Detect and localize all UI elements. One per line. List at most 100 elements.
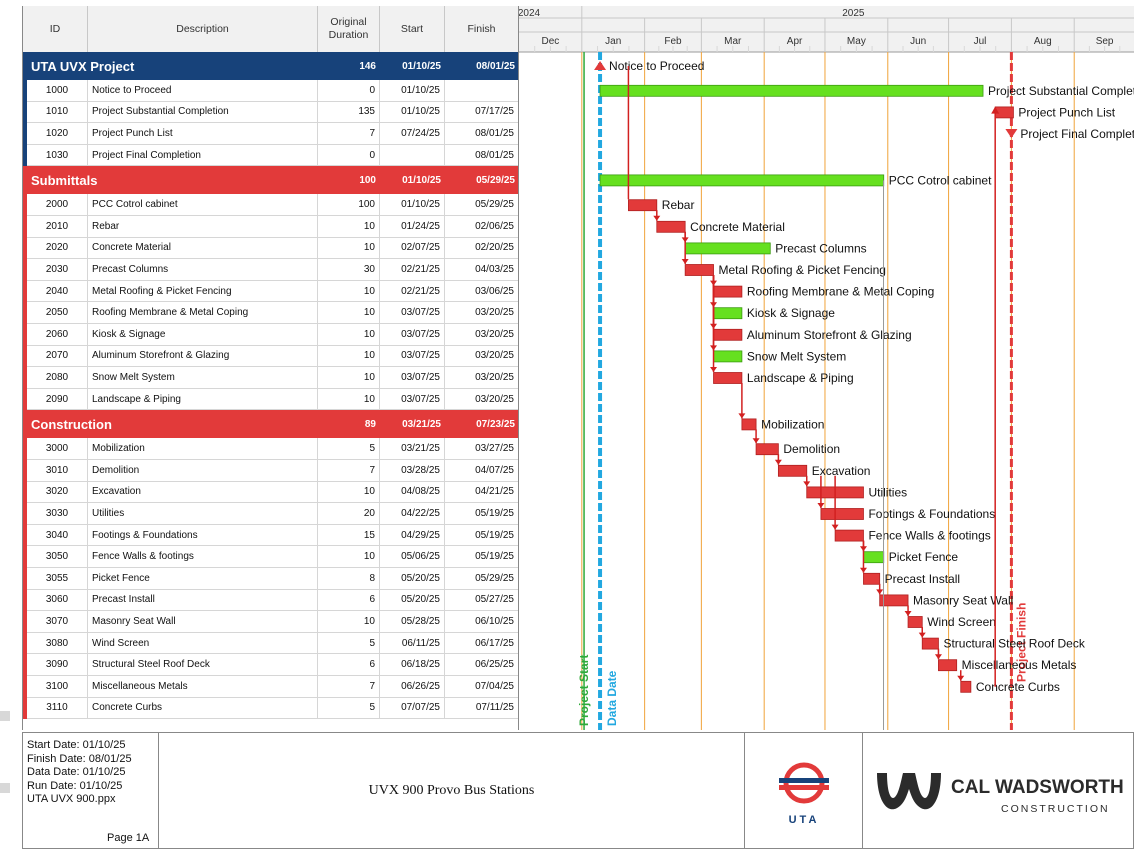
activity-duration: 10 (318, 237, 380, 259)
activity-finish: 05/29/25 (445, 568, 519, 589)
column-header-finish[interactable]: Finish (445, 6, 519, 52)
activity-finish: 05/27/25 (445, 589, 519, 611)
table-row[interactable]: 3070 Masonry Seat Wall 10 05/28/25 06/10/25 (23, 611, 519, 633)
activity-duration: 7 (318, 676, 380, 697)
column-header-start[interactable]: Start (380, 6, 445, 52)
month-tick-label: Apr (787, 36, 803, 47)
task-label: Rebar (662, 198, 695, 212)
table-row[interactable]: 3080 Wind Screen 5 06/11/25 06/17/25 (23, 632, 519, 655)
table-row[interactable]: 3000 Mobilization 5 03/21/25 03/27/25 (23, 438, 519, 460)
task-bar (863, 551, 885, 564)
table-row[interactable]: 2040 Metal Roofing & Picket Fencing 10 02/2… (23, 280, 519, 303)
table-row[interactable]: 2030 Precast Columns 30 02/21/25 04/03/25 (23, 259, 519, 281)
task-bar (713, 307, 743, 320)
activity-start: 06/26/25 (380, 676, 445, 697)
table-header: ID Description Original Duration Start F… (23, 6, 519, 53)
month-tick-label: Jul (974, 36, 987, 47)
activity-start: 03/07/25 (380, 324, 445, 345)
table-row[interactable]: 1020 Project Punch List 7 07/24/25 08/01/25 (23, 123, 519, 145)
group-duration: 89 (364, 418, 376, 430)
activity-duration: 7 (318, 460, 380, 481)
task-label: Aluminum Storefront & Glazing (747, 328, 912, 342)
activity-id: 2050 (27, 302, 88, 323)
company-sub-text: CONSTRUCTION (1001, 803, 1110, 815)
task-bar (599, 84, 984, 97)
table-row[interactable]: 3090 Structural Steel Roof Deck 6 06/18/25 0… (23, 654, 519, 676)
activity-id: 3060 (27, 589, 88, 611)
table-row[interactable]: 3030 Utilities 20 04/22/25 05/19/25 (23, 503, 519, 525)
activity-description: Precast Install (88, 589, 318, 611)
activity-finish: 02/06/25 (445, 216, 519, 237)
task-label: Mobilization (761, 417, 824, 431)
task-bar (599, 174, 885, 187)
dependency-arrow (957, 675, 965, 681)
activity-finish: 04/07/25 (445, 460, 519, 481)
milestone-marker (594, 61, 607, 70)
uta-logo: UTA (745, 733, 863, 848)
activity-duration: 135 (318, 101, 380, 123)
table-row[interactable]: 3110 Concrete Curbs 5 07/07/25 07/11/25 (23, 697, 519, 720)
table-row[interactable]: 3055 Picket Fence 8 05/20/25 05/29/25 (23, 568, 519, 590)
activity-id: 1030 (27, 144, 88, 166)
activity-start: 07/24/25 (380, 123, 445, 144)
title-block: Start Date: 01/10/25 Finish Date: 08/01/… (22, 732, 1134, 849)
project-title: UVX 900 Provo Bus Stations (159, 733, 745, 848)
activity-duration: 10 (318, 302, 380, 323)
activity-id: 3040 (27, 524, 88, 546)
table-row[interactable]: 1030 Project Final Completion 0 08/01/25 (23, 144, 519, 167)
table-row[interactable]: 3040 Footings & Foundations 15 04/29/25 05/1… (23, 524, 519, 547)
task-label: Metal Roofing & Picket Fencing (719, 263, 886, 277)
table-row[interactable]: 3100 Miscellaneous Metals 7 06/26/25 07/04/2… (23, 676, 519, 698)
month-tick-label: Sep (1096, 36, 1114, 47)
table-row[interactable]: 2060 Kiosk & Signage 10 03/07/25 03/20/25 (23, 324, 519, 346)
project-title-text: UVX 900 Provo Bus Stations (368, 782, 535, 798)
run-date-text: Run Date: 01/10/25 (27, 779, 123, 792)
table-row[interactable]: 3010 Demolition 7 03/28/25 04/07/25 (23, 460, 519, 482)
dependency-arrow (803, 481, 811, 487)
activity-duration: 6 (318, 589, 380, 611)
column-header-duration[interactable]: Original Duration (318, 6, 380, 52)
table-row[interactable]: 2020 Concrete Material 10 02/07/25 02/20/25 (23, 237, 519, 260)
company-logo: CAL WADSWORTH CONSTRUCTION (863, 733, 1134, 848)
activity-duration: 15 (318, 524, 380, 546)
table-row[interactable]: 2010 Rebar 10 01/24/25 02/06/25 (23, 216, 519, 238)
task-bar (741, 418, 757, 431)
table-row[interactable]: 2070 Aluminum Storefront & Glazing 10 03/07… (23, 345, 519, 368)
activity-start: 05/28/25 (380, 611, 445, 632)
dependency-arrow (934, 654, 942, 660)
activity-description: Demolition (88, 460, 318, 481)
activity-description: Project Punch List (88, 123, 318, 144)
table-row[interactable]: 1000 Notice to Proceed 0 01/10/25 (23, 80, 519, 102)
task-bar (628, 199, 658, 212)
dependency-arrow (774, 459, 782, 465)
table-row[interactable]: 3020 Excavation 10 04/08/25 04/21/25 (23, 481, 519, 504)
table-row[interactable]: 3060 Precast Install 6 05/20/25 05/27/25 (23, 589, 519, 612)
group-duration: 146 (359, 60, 376, 72)
activity-description: Snow Melt System (88, 367, 318, 388)
task-label: Landscape & Piping (747, 371, 854, 385)
activity-id: 3100 (27, 676, 88, 697)
page-edge-mark (0, 711, 10, 721)
table-row[interactable]: 3050 Fence Walls & footings 10 05/06/25 05/1… (23, 546, 519, 568)
task-bar (863, 572, 881, 585)
table-row[interactable]: 2050 Roofing Membrane & Metal Coping 10 03/… (23, 302, 519, 324)
month-tick-label: May (847, 36, 866, 47)
group-header-row[interactable]: Construction 89 03/21/25 07/23/25 (23, 410, 519, 439)
table-row[interactable]: 1010 Project Substantial Completion 135 01/… (23, 101, 519, 124)
activity-id: 2090 (27, 388, 88, 410)
table-row[interactable]: 2000 PCC Cotrol cabinet 100 01/10/25 05/29/2… (23, 194, 519, 216)
month-tick-label: Dec (542, 36, 560, 47)
group-header-row[interactable]: UTA UVX Project 146 01/10/25 08/01/25 (23, 52, 519, 80)
gantt-chart: Dec Jan Feb Mar Apr May Jun Jul Aug Sep 2024 2025 Pr… (518, 6, 1134, 730)
table-row[interactable]: 2090 Landscape & Piping 10 03/07/25 03/20/25 (23, 388, 519, 411)
dependency-arrow (831, 524, 839, 530)
group-header-row[interactable]: Submittals 100 01/10/25 05/29/25 (23, 166, 519, 195)
company-name-text: CAL WADSWORTH (951, 777, 1124, 798)
table-row[interactable]: 2080 Snow Melt System 10 03/07/25 03/20/25 (23, 367, 519, 389)
task-label: Miscellaneous Metals (962, 658, 1077, 672)
column-header-id[interactable]: ID (23, 6, 88, 52)
activity-id: 3050 (27, 546, 88, 567)
activity-id: 3000 (27, 438, 88, 459)
column-header-description[interactable]: Description (88, 6, 318, 52)
task-label: Demolition (783, 442, 840, 456)
